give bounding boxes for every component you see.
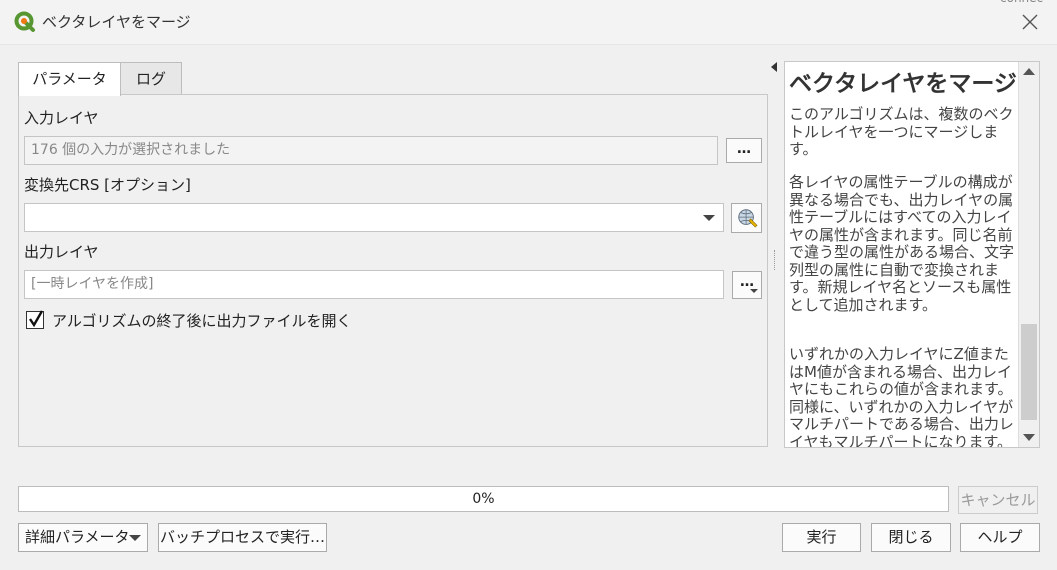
checkmark-icon [29, 310, 44, 328]
scroll-down-icon[interactable] [1023, 434, 1035, 441]
tab-log[interactable]: ログ [120, 62, 182, 95]
output-layer-label: 出力レイヤ [24, 243, 99, 261]
close-icon[interactable] [1020, 12, 1040, 32]
run-button[interactable]: 実行 [782, 523, 861, 552]
help-paragraph: いずれかの入力レイヤにZ値またはM値が含まれる場合、出力レイヤにもこれらの値が含… [789, 345, 1014, 448]
qgis-logo-icon [14, 11, 35, 32]
advanced-parameters-button[interactable]: 詳細パラメータ [18, 523, 148, 552]
input-layers-browse-button[interactable]: … [726, 138, 762, 163]
open-output-label[interactable]: アルゴリズムの終了後に出力ファイルを開く [52, 310, 352, 331]
input-layers-field[interactable]: 176 個の入力が選択されました [24, 136, 718, 165]
crs-selector-button[interactable] [731, 203, 762, 233]
input-layers-label: 入力レイヤ [24, 109, 99, 127]
help-panel: ベクタレイヤをマージ このアルゴリズムは、複数のベクトルレイヤを一つにマージしま… [784, 61, 1040, 448]
cancel-button[interactable]: キャンセル [958, 486, 1038, 514]
tab-parameters[interactable]: パラメータ [18, 62, 121, 96]
help-scrollbar[interactable] [1018, 62, 1039, 447]
chevron-down-icon [703, 215, 715, 221]
progress-bar: 0% [18, 486, 949, 512]
title-bar: ベクタレイヤをマージ [0, 0, 1057, 45]
collapse-help-icon[interactable] [771, 62, 777, 72]
background-window-text: connec [1000, 0, 1043, 5]
scroll-up-icon[interactable] [1023, 68, 1035, 75]
window-title: ベクタレイヤをマージ [42, 13, 191, 31]
scrollbar-thumb[interactable] [1021, 324, 1037, 420]
globe-icon [737, 209, 757, 228]
advanced-parameters-label: 詳細パラメータ [25, 528, 130, 546]
help-paragraph: このアルゴリズムは、複数のベクトルレイヤを一つにマージします。 [789, 105, 1014, 158]
help-button[interactable]: ヘルプ [960, 523, 1040, 552]
progress-label: 0% [472, 491, 495, 507]
output-layer-field[interactable]: [一時レイヤを作成] [24, 270, 724, 299]
target-crs-select[interactable] [24, 203, 724, 232]
parameters-panel: 入力レイヤ 176 個の入力が選択されました … 変換先CRS [オプション] … [18, 94, 768, 447]
open-output-checkbox[interactable] [26, 310, 44, 329]
help-paragraph: 各レイヤの属性テーブルの構成が異なる場合でも、出力レイヤの属性テーブルにはすべて… [789, 173, 1015, 314]
chevron-down-icon [129, 535, 141, 541]
target-crs-label: 変換先CRS [オプション] [24, 176, 191, 194]
batch-process-button[interactable]: バッチプロセスで実行… [158, 523, 327, 552]
output-layer-options-button[interactable]: … [732, 271, 762, 299]
close-button[interactable]: 閉じる [871, 523, 951, 552]
output-layer-browse-label: … [740, 274, 754, 290]
chevron-down-icon [750, 289, 758, 293]
help-title: ベクタレイヤをマージ [789, 71, 1017, 97]
panel-splitter[interactable] [774, 250, 777, 270]
